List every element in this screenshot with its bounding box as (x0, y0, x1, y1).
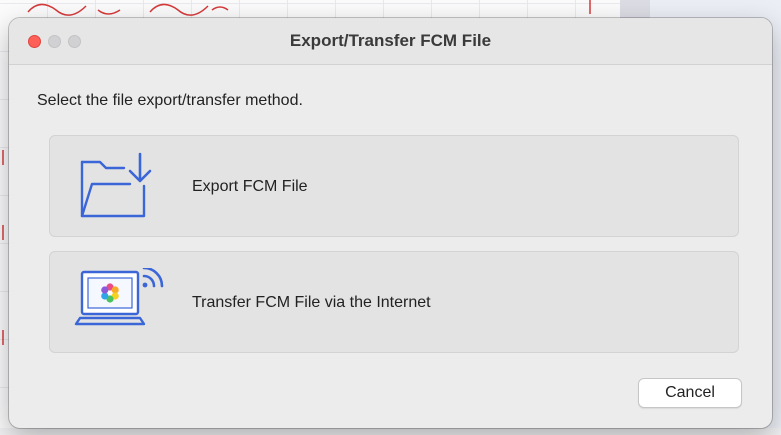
laptop-wifi-icon (74, 268, 164, 326)
dialog-titlebar: Export/Transfer FCM File (9, 18, 772, 65)
export-transfer-dialog: Export/Transfer FCM File Select the file… (9, 18, 772, 428)
export-fcm-file-option[interactable]: Export FCM File (49, 135, 739, 237)
cancel-button[interactable]: Cancel (638, 378, 742, 408)
export-fcm-file-label: Export FCM File (192, 178, 308, 195)
dialog-title: Export/Transfer FCM File (289, 31, 492, 50)
background-bottom-strip (0, 428, 781, 435)
transfer-fcm-file-option[interactable]: Transfer FCM File via the Internet (49, 251, 739, 353)
dialog-instruction: Select the file export/transfer method. (37, 92, 303, 109)
transfer-fcm-file-label: Transfer FCM File via the Internet (192, 294, 431, 311)
folder-download-icon (80, 152, 152, 218)
